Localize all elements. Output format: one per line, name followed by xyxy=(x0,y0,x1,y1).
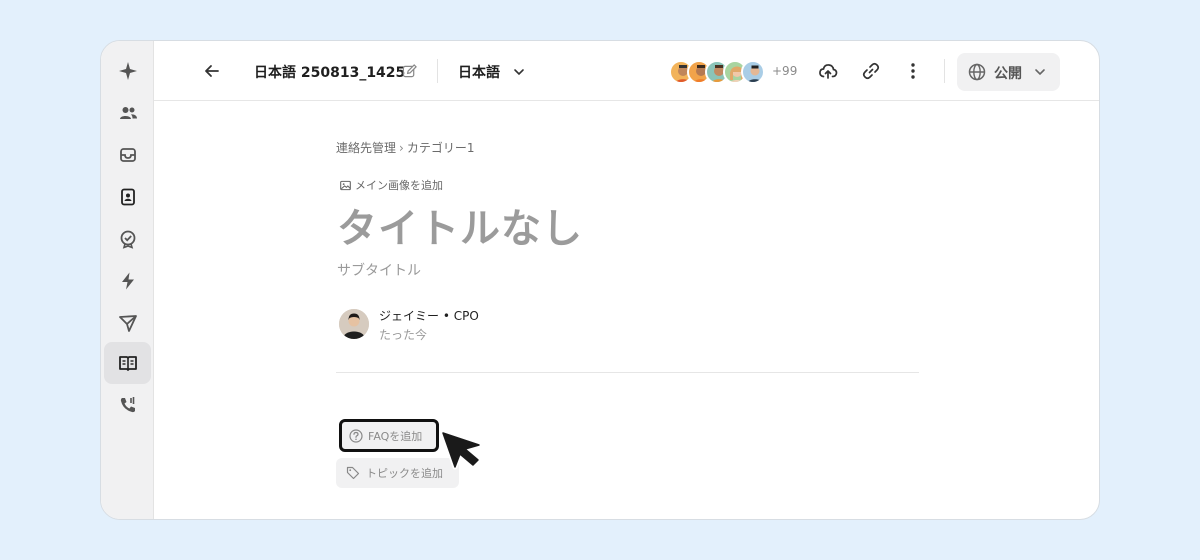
header-divider xyxy=(437,59,438,83)
users-icon xyxy=(119,107,137,119)
sidebar-item-ai[interactable] xyxy=(104,50,151,92)
breadcrumb-separator: › xyxy=(399,141,404,155)
phone-icon xyxy=(120,397,135,413)
more-vertical-icon[interactable] xyxy=(903,61,923,81)
sidebar-item-contacts[interactable] xyxy=(104,176,151,218)
publish-button[interactable]: 公開 xyxy=(957,53,1060,91)
sidebar-item-inbox[interactable] xyxy=(104,134,151,176)
collaborators-more-count[interactable]: +99 xyxy=(772,64,797,78)
badge-check-icon xyxy=(120,230,135,249)
question-circle-icon xyxy=(349,428,363,443)
header-bar: 日本語 250813_1425 日本語 +99 公開 xyxy=(154,41,1099,101)
article-editor: 連絡先管理 › カテゴリー1 メイン画像を追加 タイトルなし サブタイトル ジェイミ… xyxy=(154,102,1099,519)
add-main-image-button[interactable]: メイン画像を追加 xyxy=(340,177,443,193)
sidebar-item-automations[interactable] xyxy=(104,260,151,302)
book-icon xyxy=(118,356,137,371)
section-divider xyxy=(336,372,919,373)
add-faq-button[interactable]: FAQを追加 xyxy=(339,419,439,452)
author-name: ジェイミー • CPO xyxy=(379,309,479,323)
send-icon xyxy=(118,315,137,332)
header-divider xyxy=(944,59,945,83)
sidebar-item-calls[interactable] xyxy=(104,384,151,426)
sparkle-icon xyxy=(118,62,137,80)
sidebar-item-users[interactable] xyxy=(104,92,151,134)
globe-icon xyxy=(968,63,986,81)
sidebar-item-knowledge[interactable] xyxy=(104,342,151,384)
link-icon[interactable] xyxy=(861,61,881,81)
sidebar-item-outbound[interactable] xyxy=(104,302,151,344)
add-faq-label: FAQを追加 xyxy=(368,429,423,443)
inbox-icon xyxy=(119,148,136,162)
add-main-image-label: メイン画像を追加 xyxy=(355,179,443,192)
breadcrumb: 連絡先管理 › カテゴリー1 xyxy=(336,139,474,156)
title-input[interactable]: タイトルなし xyxy=(337,196,583,254)
avatar xyxy=(741,60,765,84)
mouse-pointer-icon xyxy=(440,430,482,470)
author-timestamp: たった今 xyxy=(379,328,428,342)
edit-pencil-icon[interactable] xyxy=(402,64,417,79)
chevron-down-icon xyxy=(1035,69,1045,76)
language-selector[interactable]: 日本語 xyxy=(458,62,500,82)
app-window: 日本語 250813_1425 日本語 +99 公開 連絡先管理 › カテゴリー1 xyxy=(100,40,1100,520)
sidebar xyxy=(101,41,154,519)
image-icon xyxy=(340,180,351,190)
breadcrumb-parent[interactable]: 連絡先管理 xyxy=(336,141,396,155)
publish-label: 公開 xyxy=(994,66,1022,82)
document-title[interactable]: 日本語 250813_1425 xyxy=(254,62,405,82)
chevron-down-icon[interactable] xyxy=(512,65,526,79)
tag-icon xyxy=(346,466,360,480)
add-topic-label: トピックを追加 xyxy=(366,467,443,480)
sidebar-item-badges[interactable] xyxy=(104,218,151,260)
subtitle-input[interactable]: サブタイトル xyxy=(337,260,421,280)
breadcrumb-current[interactable]: カテゴリー1 xyxy=(407,141,475,155)
avatar xyxy=(339,309,369,339)
lightning-icon xyxy=(121,272,134,290)
contact-card-icon xyxy=(120,188,135,206)
back-arrow-icon[interactable] xyxy=(202,61,222,81)
cloud-upload-icon[interactable] xyxy=(818,61,838,81)
